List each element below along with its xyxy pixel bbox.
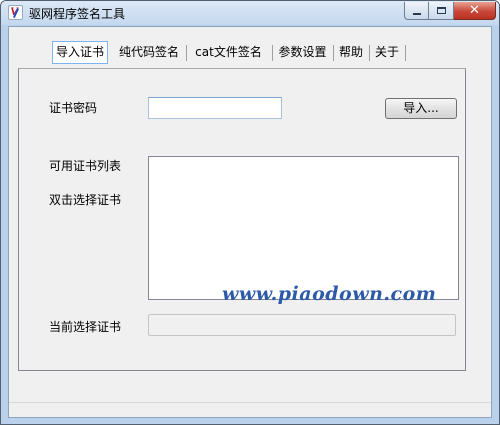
title-bar[interactable]: V 驱网程序签名工具 ✕ [1, 1, 499, 25]
cert-list[interactable] [148, 156, 459, 300]
maximize-icon [436, 7, 446, 14]
tab-separator [333, 45, 334, 61]
tab-separator [369, 45, 370, 61]
import-cert-panel: 证书密码 导入... 可用证书列表 双击选择证书 当前选择证书 www.piao… [18, 68, 466, 371]
current-cert-field [148, 314, 456, 336]
tab-separator [272, 45, 273, 61]
available-certs-label: 可用证书列表 [49, 159, 122, 173]
watermark-text: www.piaodown.com [222, 283, 437, 305]
tab-separator [186, 45, 187, 61]
tab-about[interactable]: 关于 [372, 42, 402, 63]
window-title: 驱网程序签名工具 [29, 7, 126, 21]
password-label: 证书密码 [49, 101, 98, 115]
tab-cat-sign[interactable]: cat文件签名 [189, 42, 268, 63]
tab-import-cert[interactable]: 导入证书 [52, 41, 108, 64]
minimize-button[interactable] [404, 2, 429, 20]
close-button[interactable]: ✕ [454, 2, 496, 20]
maximize-button[interactable] [429, 2, 454, 20]
double-click-hint: 双击选择证书 [49, 193, 122, 207]
status-divider [9, 402, 491, 403]
client-area: 导入证书 纯代码签名 cat文件签名 参数设置 帮助 关于 证书密码 导入...… [8, 26, 492, 418]
close-icon: ✕ [469, 3, 480, 18]
app-window: V 驱网程序签名工具 ✕ 导入证书 纯代码签名 cat文件签名 参数设置 帮助 … [0, 0, 500, 425]
password-input[interactable] [148, 97, 282, 119]
import-button[interactable]: 导入... [385, 98, 457, 119]
minimize-icon [412, 12, 421, 15]
current-cert-label: 当前选择证书 [49, 320, 122, 334]
tab-code-sign[interactable]: 纯代码签名 [116, 42, 182, 63]
tab-settings[interactable]: 参数设置 [275, 42, 330, 63]
tab-help[interactable]: 帮助 [336, 42, 366, 63]
app-icon[interactable]: V [8, 5, 23, 20]
tab-separator [405, 45, 406, 61]
